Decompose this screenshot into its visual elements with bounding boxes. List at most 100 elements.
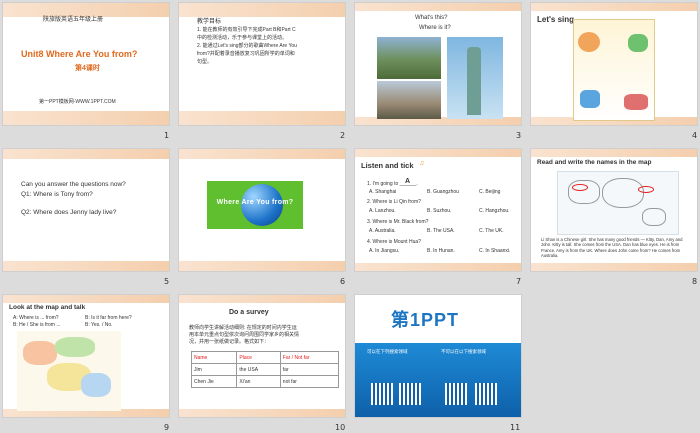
survey-cell: the USA (236, 363, 281, 376)
globe-banner-text: Where Are You from? (216, 199, 294, 206)
map-continent-3 (642, 208, 666, 226)
statue-shape (467, 47, 481, 115)
slide-7-q2-a: A. Lanzhou. (369, 208, 396, 214)
slide-7-q4-b: B. In Hunan. (427, 248, 455, 254)
slide-7-q2-b: B. Suzhou. (427, 208, 452, 214)
tower-photo (377, 81, 441, 119)
slide-7-q2: 2. Where is Li Qin from? (367, 199, 421, 205)
slide-2-top-band (179, 3, 345, 17)
slide-2-line-3: 2. 能通过Let's sing部分的歌曲Where Are You (197, 43, 297, 49)
slide-6-thumbnail[interactable]: Where Are You from? (178, 148, 346, 272)
slide-7-answer: A (405, 178, 411, 185)
slide-2-number: 2 (340, 131, 346, 140)
slide-5-line-1: Can you answer the questions now? (21, 181, 126, 188)
slide-11-sub-1: 可以在下列搜索领域 (367, 349, 408, 354)
slide-5-line-2: Q1: Where is Tony from? (21, 191, 93, 198)
slide-7-q1: 1. I'm going to ______. (367, 181, 418, 187)
survey-cell: Jim (190, 363, 238, 376)
slide-11-thumbnail[interactable]: 第1PPT 可以在下列搜索领域 不可以在以下搜索领域 (354, 294, 522, 418)
slide-11-logo: 第1PPT (391, 310, 460, 330)
slide-1-series: 陕旅版英语五年级上册 (43, 17, 104, 23)
slide-5-line-3: Q2: Where does Jenny lady live? (21, 209, 117, 216)
slide-7-q3-a: A. Australia. (369, 228, 396, 234)
slide-3-number: 3 (516, 131, 522, 140)
slide-6-bottom-band (179, 261, 345, 271)
slide-2-thumbnail[interactable]: 教学目标 1. 能在教师的有效引导下完成Part B和Part C 中的检测活动… (178, 2, 346, 126)
map-continent-2 (602, 178, 644, 208)
survey-table-header: Place (236, 351, 281, 364)
survey-cell: not far (279, 375, 340, 388)
survey-table: Name Place Far / Not far Jim the USA far… (190, 351, 340, 388)
song-sheet-color-4 (624, 94, 648, 110)
slide-5-thumbnail[interactable]: Can you answer the questions now? Q1: Wh… (2, 148, 170, 272)
song-sheet-color-1 (578, 32, 600, 52)
map-region-2 (55, 337, 95, 357)
slide-1-bottom-band (3, 111, 169, 125)
slide-5-top-band (3, 149, 169, 159)
slide-9-top-band (3, 295, 169, 303)
slide-10-line-2: 用本单元重点句型依次询问周围同学家乡的相关情 (189, 332, 300, 338)
slide-3-top-band (355, 3, 521, 11)
song-sheet-color-3 (580, 90, 600, 108)
slide-7-q4: 4. Where is Mount Hua? (367, 239, 421, 245)
survey-table-header: Name (190, 351, 238, 364)
slide-7-thumbnail[interactable]: Listen and tick ♫ 1. I'm going to ______… (354, 148, 522, 272)
song-sheet-image (573, 19, 655, 121)
slide-10-bottom-band (179, 409, 345, 417)
slide-2-heading: 教学目标 (197, 19, 222, 25)
slide-9-b2: B: Yes. / No. (85, 322, 113, 328)
slide-3-thumbnail[interactable]: What's this? Where is it? (354, 2, 522, 126)
survey-table-header: Far / Not far (279, 351, 340, 364)
slide-7-q1-b: B. Guangzhou (427, 189, 459, 195)
slide-2-line-5: 句型。 (197, 59, 213, 65)
slide-2-line-1: 1. 能在教师的有效引导下完成Part B和Part C (197, 27, 296, 33)
slide-7-q2-c: C. Hangzhou. (479, 208, 510, 214)
slide-9-thumbnail[interactable]: Look at the map and talk A: Where is ...… (2, 294, 170, 418)
map-region-4 (81, 373, 111, 397)
world-map-image (557, 171, 679, 235)
slide-10-title: Do a survey (229, 309, 269, 316)
qr-code-icon (371, 383, 393, 405)
slide-9-b1: B: Is it far from here? (85, 315, 132, 321)
speaker-icon: ♫ (419, 160, 425, 167)
slide-8-paragraph: Li Shan is a Chinese girl. She has many … (541, 237, 683, 259)
table-row: Jim the USA far (190, 363, 340, 376)
slide-7-number: 7 (516, 277, 522, 286)
slide-4-top-band (531, 3, 697, 11)
slide-10-line-1: 教师向学生讲解活动细则: 在规定的时间内学生运 (189, 325, 297, 331)
survey-cell: Xi'an (236, 375, 281, 388)
china-map-image (17, 331, 121, 411)
slide-8-top-band (531, 149, 697, 157)
globe-banner: Where Are You from? (207, 181, 303, 229)
slide-1-thumbnail[interactable]: 陕旅版英语五年级上册 Unit8 Where Are You from? 第4课… (2, 2, 170, 126)
slide-10-thumbnail[interactable]: Do a survey 教师向学生讲解活动细则: 在规定的时间内学生运 用本单元… (178, 294, 346, 418)
slide-10-number: 10 (335, 423, 346, 432)
slide-1-footer: 第一PPT模板网-WWW.1PPT.COM (39, 99, 116, 105)
slide-7-q4-c: C. In Shaanxi. (479, 248, 511, 254)
slide-7-q1-a: A. Shanghai (369, 189, 397, 195)
slide-9-title: Look at the map and talk (9, 304, 86, 311)
slide-7-title: Listen and tick (361, 161, 414, 170)
slide-8-thumbnail[interactable]: Read and write the names in the map Li S… (530, 148, 698, 272)
slide-5-number: 5 (164, 277, 170, 286)
slide-5-bottom-band (3, 261, 169, 271)
survey-cell: far (279, 363, 340, 376)
slide-4-title: Let's sing (537, 15, 575, 24)
slide-6-top-band (179, 149, 345, 159)
survey-table-header-row: Name Place Far / Not far (190, 351, 340, 364)
slide-11-blue-panel: 可以在下列搜索领域 不可以在以下搜索领域 (355, 343, 521, 417)
slide-7-bottom-band (355, 263, 521, 271)
slide-2-line-4: from?并配着录音播放复习巩固所学的单词和 (197, 51, 295, 57)
slide-1-title: Unit8 Where Are You from? (21, 49, 138, 59)
slide-10-top-band (179, 295, 345, 303)
table-row: Chen Jie Xi'an not far (190, 375, 340, 388)
slide-8-number: 8 (692, 277, 698, 286)
slide-9-a2: B: He / She is from ... (13, 322, 61, 328)
slide-3-title-2: Where is it? (419, 25, 451, 31)
slide-4-thumbnail[interactable]: Let's sing (530, 2, 698, 126)
slide-1-subtitle: 第4课时 (75, 65, 100, 72)
slide-1-top-band (3, 3, 169, 17)
slide-8-bottom-band (531, 263, 697, 271)
survey-cell: Chen Jie (190, 375, 238, 388)
slide-4-number: 4 (692, 131, 698, 140)
